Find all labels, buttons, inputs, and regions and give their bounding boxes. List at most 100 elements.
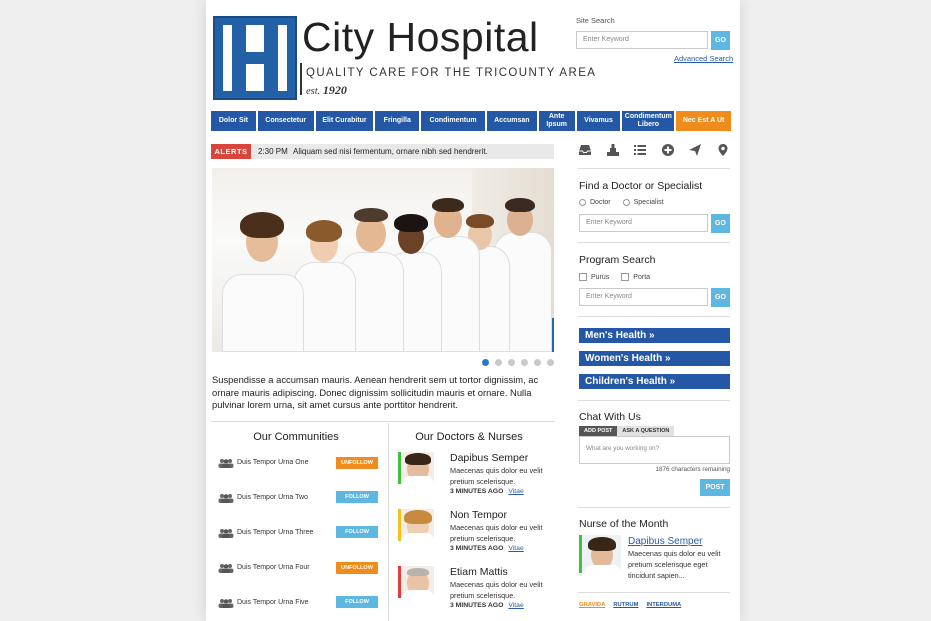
carousel-dot[interactable] (495, 359, 502, 366)
community-row: Duis Tempor Urna Four UNFOLLOW (218, 561, 378, 577)
porta-checkbox[interactable] (621, 273, 630, 281)
map-pin-icon[interactable] (716, 143, 730, 157)
unfollow-button[interactable]: UNFOLLOW (336, 562, 378, 574)
alerts-time: 2:30 PM (258, 147, 288, 156)
sidebar-divider (578, 507, 730, 508)
post-button[interactable]: POST (700, 479, 730, 496)
purus-checkbox-label: Purus (591, 273, 610, 281)
program-search-options: Purus Porta (579, 273, 650, 281)
nurse-photo[interactable] (579, 535, 621, 573)
doctor-radio-label: Doctor (590, 199, 611, 206)
specialist-radio-label: Specialist (633, 199, 664, 206)
doctor-photo[interactable] (398, 452, 434, 484)
community-row: Duis Tempor Urna Two FOLLOW (218, 491, 378, 507)
group-icon (218, 494, 234, 503)
tag-link[interactable]: INTERDUMA (646, 602, 681, 608)
doctor-meta: 3 MINUTES AGO Vitae (450, 488, 524, 495)
doctor-meta: 3 MINUTES AGO Vitae (450, 602, 524, 609)
doctor-link[interactable]: Vitae (508, 488, 523, 495)
nav-item[interactable]: Condimentum Libero (622, 111, 675, 131)
find-doctor-options: Doctor Specialist (579, 199, 664, 206)
tab-ask-question[interactable]: ASK A QUESTION (617, 426, 675, 436)
hospital-logo[interactable] (213, 16, 297, 100)
specialist-radio[interactable] (622, 199, 630, 206)
doctor-desc: Maecenas quis dolor eu velit pretium sce… (450, 580, 543, 600)
alerts-text[interactable]: Aliquam sed nisi fermentum, ornare nibh … (293, 147, 488, 156)
doctor-name[interactable]: Etiam Mattis (450, 566, 508, 578)
program-search-go-button[interactable]: GO (711, 288, 730, 307)
follow-button[interactable]: FOLLOW (336, 526, 378, 538)
intro-text: Suspendisse a accumsan mauris. Aenean he… (212, 374, 539, 411)
page: City Hospital QUALITY CARE FOR THE TRICO… (206, 0, 740, 621)
follow-button[interactable]: FOLLOW (336, 491, 378, 503)
nurse-name[interactable]: Dapibus Semper (628, 536, 702, 547)
doctor-time: 3 MINUTES AGO (450, 545, 504, 552)
community-label[interactable]: Duis Tempor Urna Two (237, 494, 308, 501)
list-icon[interactable] (633, 143, 647, 157)
carousel-dot[interactable] (521, 359, 528, 366)
nav-item[interactable]: Elit Curabitur (315, 111, 374, 131)
mens-health-button[interactable]: Men's Health » (579, 328, 730, 343)
carousel-dot[interactable] (534, 359, 541, 366)
column-divider (388, 423, 389, 621)
carousel-dot[interactable] (482, 359, 489, 366)
doctor-card: Dapibus Semper Maecenas quis dolor eu ve… (398, 452, 554, 496)
advanced-search-link[interactable]: Advanced Search (674, 54, 733, 63)
tag-link[interactable]: RUTRUM (613, 602, 638, 608)
doctor-radio[interactable] (579, 199, 586, 206)
community-label[interactable]: Duis Tempor Urna Five (237, 599, 308, 606)
program-search-input[interactable]: Enter Keyword (579, 288, 708, 306)
doctor-name[interactable]: Non Tempor (450, 509, 507, 521)
inbox-icon[interactable] (578, 143, 592, 157)
site-search-label: Site Search (576, 16, 615, 25)
doctor-photo[interactable] (398, 566, 434, 598)
plus-circle-icon[interactable] (661, 143, 675, 157)
doctor-desc: Maecenas quis dolor eu velit pretium sce… (450, 466, 543, 486)
community-label[interactable]: Duis Tempor Urna Three (237, 529, 313, 536)
childrens-health-button[interactable]: Children's Health » (579, 374, 730, 389)
alerts-badge: ALERTS (211, 144, 251, 159)
site-search-go-button[interactable]: GO (711, 31, 730, 50)
send-icon[interactable] (688, 143, 702, 157)
community-label[interactable]: Duis Tempor Urna Four (237, 564, 310, 571)
doctor-photo[interactable] (398, 509, 434, 541)
nav-item[interactable]: Condimentum (421, 111, 485, 131)
community-label[interactable]: Duis Tempor Urna One (237, 459, 308, 466)
unfollow-button[interactable]: UNFOLLOW (336, 457, 378, 469)
chat-title: Chat With Us (579, 411, 641, 423)
nav-item[interactable]: Accumsan (486, 111, 537, 131)
main-nav: Dolor Sit Consectetur Elit Curabitur Fri… (211, 111, 731, 131)
podium-icon[interactable] (606, 143, 620, 157)
hero-image[interactable] (212, 168, 554, 352)
doctor-time: 3 MINUTES AGO (450, 488, 504, 495)
nav-item[interactable]: Dolor Sit (211, 111, 256, 131)
nav-item[interactable]: Consectetur (257, 111, 314, 131)
site-search-input[interactable]: Enter Keyword (576, 31, 708, 49)
sidebar-divider (578, 316, 730, 317)
nurse-tags: GRAVIDA RUTRUM INTERDUMA (579, 602, 681, 608)
alerts-bar: ALERTS 2:30 PM Aliquam sed nisi fermentu… (211, 144, 554, 159)
womens-health-button[interactable]: Women's Health » (579, 351, 730, 366)
doctor-link[interactable]: Vitae (508, 545, 523, 552)
nav-item[interactable]: Ante Ipsum (538, 111, 575, 131)
chat-textarea[interactable]: What are you working on? (579, 436, 730, 464)
quick-icons (578, 143, 730, 157)
doctors-title: Our Doctors & Nurses (415, 431, 523, 443)
tag-link[interactable]: GRAVIDA (579, 602, 605, 608)
group-icon (218, 529, 234, 538)
find-doctor-input[interactable]: Enter Keyword (579, 214, 708, 232)
follow-button[interactable]: FOLLOW (336, 596, 378, 608)
nav-item-highlight[interactable]: Nec Est A Ut (676, 111, 731, 131)
tab-add-post[interactable]: ADD POST (579, 426, 618, 436)
nav-item[interactable]: Fringilla (375, 111, 420, 131)
find-doctor-go-button[interactable]: GO (711, 214, 730, 233)
sidebar-divider (578, 400, 730, 401)
hero-person (222, 212, 304, 352)
nav-item[interactable]: Vivamus (576, 111, 621, 131)
doctor-card: Etiam Mattis Maecenas quis dolor eu veli… (398, 566, 554, 610)
purus-checkbox[interactable] (579, 273, 587, 281)
carousel-dot[interactable] (508, 359, 515, 366)
carousel-dot[interactable] (547, 359, 554, 366)
doctor-link[interactable]: Vitae (508, 602, 523, 609)
doctor-name[interactable]: Dapibus Semper (450, 452, 528, 464)
